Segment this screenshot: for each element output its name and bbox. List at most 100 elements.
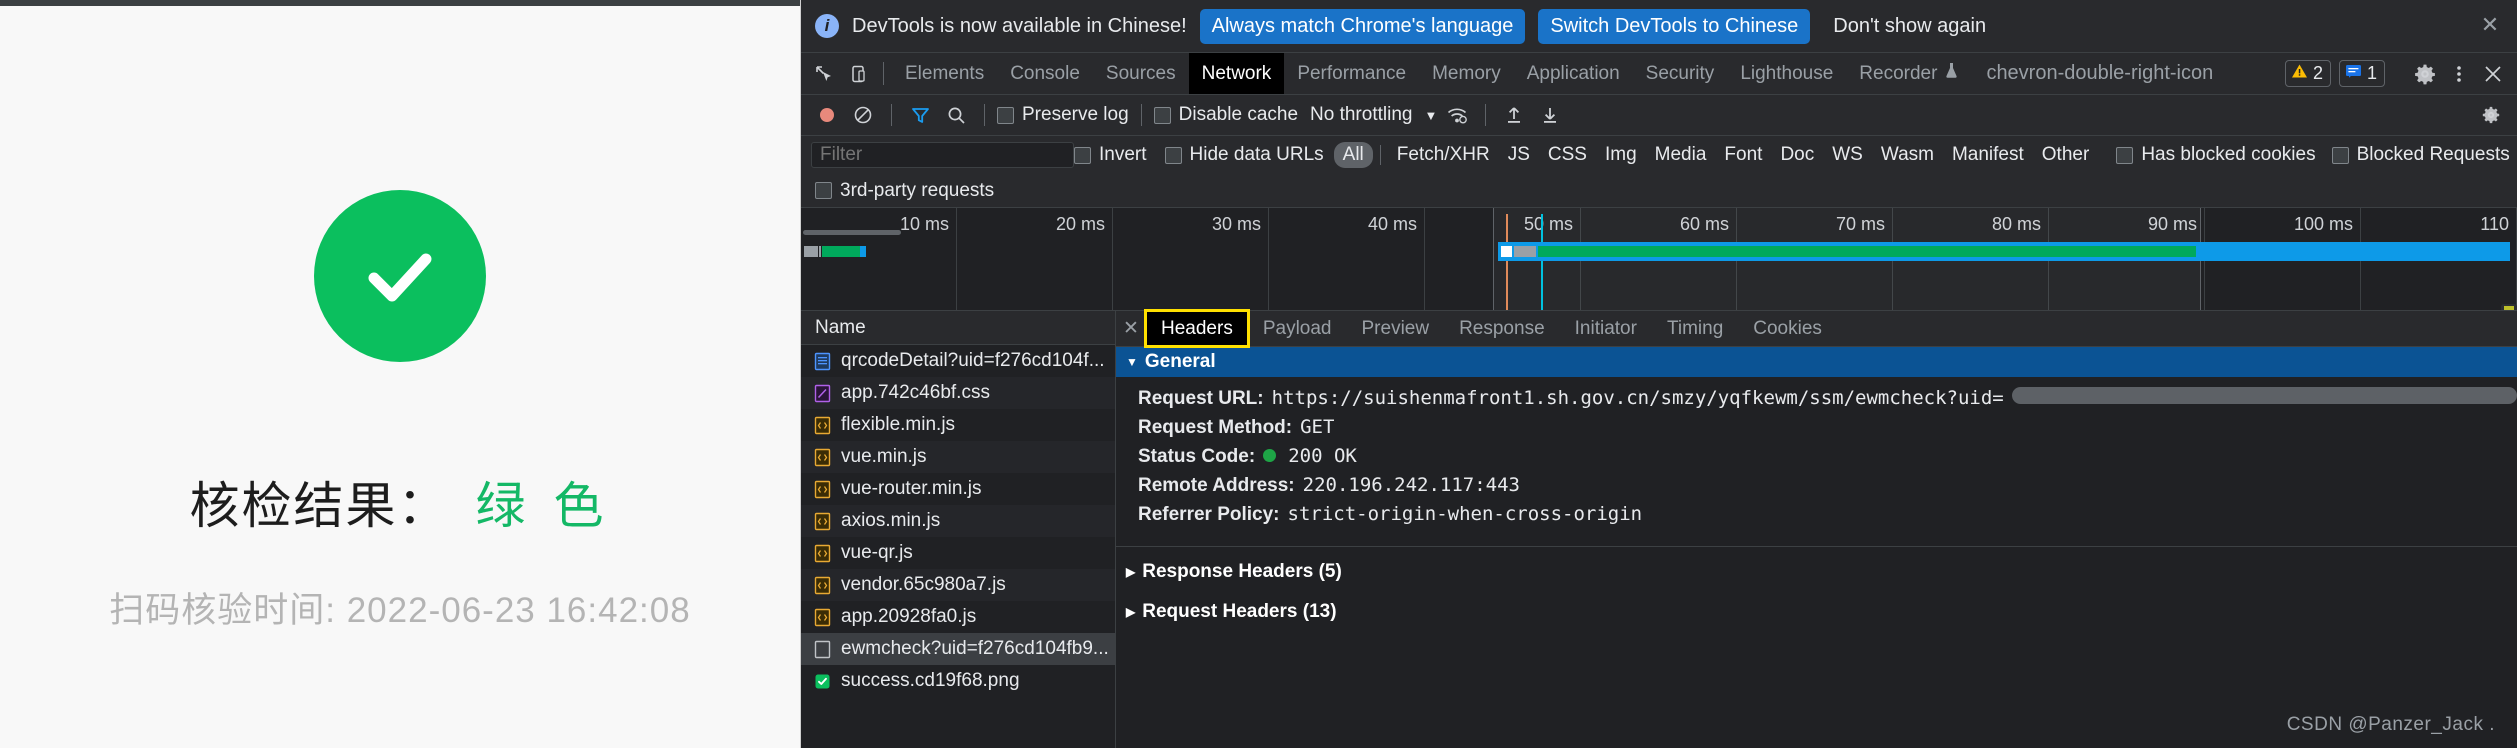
banner-close-icon[interactable]: ✕	[2479, 14, 2501, 37]
detail-tab-timing[interactable]: Timing	[1652, 311, 1738, 346]
overview-scrollbar[interactable]	[803, 230, 901, 235]
screenshot-root: 核检结果： 绿 色 扫码核验时间: 2022-06-23 16:42:08 i D…	[0, 0, 2517, 748]
tick-label: 110	[2480, 214, 2509, 234]
tab-network[interactable]: Network	[1188, 53, 1285, 94]
tab-elements[interactable]: Elements	[892, 53, 997, 94]
request-list-header[interactable]: Name	[801, 311, 1115, 345]
upload-arrow-icon[interactable]	[1498, 99, 1530, 131]
devtools-tabbar: Elements Console Sources Network Perform…	[801, 53, 2517, 95]
filter-input[interactable]	[811, 142, 1074, 168]
checkbox-box	[1164, 146, 1182, 164]
type-filter-img[interactable]: Img	[1596, 142, 1646, 168]
type-filter-css[interactable]: CSS	[1539, 142, 1596, 168]
devtools-panel: i DevTools is now available in Chinese! …	[801, 0, 2517, 748]
device-toolbar-icon[interactable]	[841, 53, 875, 94]
inspect-element-icon[interactable]	[807, 53, 841, 94]
detail-tab-headers[interactable]: Headers	[1144, 309, 1250, 348]
tab-recorder[interactable]: Recorder	[1846, 53, 1972, 94]
tab-label: Sources	[1105, 62, 1176, 84]
blocked-requests-checkbox[interactable]: Blocked Requests	[2331, 144, 2510, 166]
always-match-language-button[interactable]: Always match Chrome's language	[1199, 8, 1526, 44]
table-row[interactable]: vue-qr.js	[801, 537, 1115, 569]
chevron-down-icon: ▼	[1424, 107, 1438, 123]
referrer-policy-value: strict-origin-when-cross-origin	[1287, 503, 1643, 525]
table-row[interactable]: vendor.65c980a7.js	[801, 569, 1115, 601]
preserve-log-label: Preserve log	[1022, 104, 1129, 125]
bar-segment	[819, 246, 822, 257]
tab-memory[interactable]: Memory	[1419, 53, 1514, 94]
type-filter-font[interactable]: Font	[1715, 142, 1771, 168]
checkbox-box	[1074, 146, 1091, 164]
network-filter-row: Invert Hide data URLs All Fetch/XHR JS C…	[801, 136, 2517, 174]
warning-count-badge[interactable]: 2	[2284, 60, 2331, 87]
filter-funnel-icon[interactable]	[904, 99, 936, 131]
detail-tab-preview[interactable]: Preview	[1347, 311, 1445, 346]
wifi-settings-icon[interactable]	[1441, 99, 1473, 131]
tab-label: Memory	[1432, 62, 1501, 84]
gear-icon[interactable]	[2409, 58, 2441, 90]
throttling-dropdown[interactable]: No throttling ▼	[1310, 104, 1437, 126]
detail-tab-payload[interactable]: Payload	[1248, 311, 1347, 346]
response-headers-section[interactable]: ▶ Response Headers (5)	[1116, 557, 2517, 587]
request-headers-section[interactable]: ▶ Request Headers (13)	[1116, 597, 2517, 627]
type-filter-ws[interactable]: WS	[1823, 142, 1872, 168]
type-filter-other[interactable]: Other	[2033, 142, 2099, 168]
type-filter-manifest[interactable]: Manifest	[1943, 142, 2033, 168]
close-detail-icon[interactable]: ✕	[1116, 311, 1146, 346]
download-arrow-icon[interactable]	[1534, 99, 1566, 131]
type-filter-all[interactable]: All	[1333, 142, 1373, 168]
type-filter-js[interactable]: JS	[1499, 142, 1539, 168]
dont-show-again-link[interactable]: Don't show again	[1823, 9, 1996, 44]
table-row[interactable]: app.742c46bf.css	[801, 377, 1115, 409]
tab-lighthouse[interactable]: Lighthouse	[1727, 53, 1846, 94]
overview-minimap-scrollbar[interactable]	[2501, 304, 2517, 310]
detail-tab-response[interactable]: Response	[1444, 311, 1560, 346]
table-row[interactable]: vue.min.js	[801, 441, 1115, 473]
redacted-uid-bar	[2011, 387, 2517, 404]
overview-request-bar	[1497, 242, 2511, 261]
network-settings-gear-icon[interactable]	[2475, 99, 2507, 131]
tab-sources[interactable]: Sources	[1093, 53, 1189, 94]
document-file-icon	[813, 352, 832, 371]
record-button[interactable]	[811, 99, 843, 131]
type-filter-media[interactable]: Media	[1646, 142, 1716, 168]
more-vertical-icon[interactable]	[2443, 58, 2475, 90]
third-party-requests-checkbox[interactable]: 3rd-party requests	[815, 180, 994, 202]
disable-cache-checkbox[interactable]: Disable cache	[1153, 104, 1298, 126]
tab-console[interactable]: Console	[997, 53, 1093, 94]
search-icon[interactable]	[940, 99, 972, 131]
close-icon[interactable]	[2477, 58, 2509, 90]
table-row[interactable]: app.20928fa0.js	[801, 601, 1115, 633]
table-row[interactable]: success.cd19f68.png	[801, 665, 1115, 697]
detail-tabbar: ✕ Headers Payload Preview Response Initi…	[1116, 309, 2517, 348]
type-filter-fetch-xhr[interactable]: Fetch/XHR	[1388, 142, 1499, 168]
more-tabs-icon[interactable]: chevron-double-right-icon	[1972, 53, 2227, 94]
table-row[interactable]: qrcodeDetail?uid=f276cd104f...	[801, 345, 1115, 377]
type-filter-doc[interactable]: Doc	[1771, 142, 1823, 168]
script-file-icon	[813, 448, 832, 467]
web-page-pane: 核检结果： 绿 色 扫码核验时间: 2022-06-23 16:42:08	[0, 0, 801, 748]
table-row[interactable]: vue-router.min.js	[801, 473, 1115, 505]
hide-data-urls-checkbox[interactable]: Hide data URLs	[1164, 144, 1324, 166]
message-count-badge[interactable]: 1	[2338, 60, 2385, 87]
tab-application[interactable]: Application	[1514, 53, 1633, 94]
tab-label: Performance	[1297, 62, 1407, 84]
general-section-header[interactable]: ▼ General	[1116, 347, 2517, 377]
table-row[interactable]: axios.min.js	[801, 505, 1115, 537]
request-detail-pane: ✕ Headers Payload Preview Response Initi…	[1116, 309, 2517, 748]
switch-devtools-to-chinese-button[interactable]: Switch DevTools to Chinese	[1538, 8, 1811, 44]
type-filter-wasm[interactable]: Wasm	[1872, 142, 1943, 168]
invert-checkbox[interactable]: Invert	[1074, 144, 1147, 166]
tick-label: 10 ms	[899, 214, 949, 234]
detail-tab-initiator[interactable]: Initiator	[1560, 311, 1652, 346]
tab-performance[interactable]: Performance	[1284, 53, 1419, 94]
table-row[interactable]: ewmcheck?uid=f276cd104fb9...	[801, 633, 1115, 665]
network-overview-timeline[interactable]: 10 ms 20 ms 30 ms 40 ms 50 ms 60 ms 70 m…	[801, 208, 2517, 311]
blocked-requests-label: Blocked Requests	[2356, 144, 2510, 165]
tab-security[interactable]: Security	[1633, 53, 1728, 94]
detail-tab-cookies[interactable]: Cookies	[1738, 311, 1837, 346]
preserve-log-checkbox[interactable]: Preserve log	[997, 104, 1129, 126]
table-row[interactable]: flexible.min.js	[801, 409, 1115, 441]
clear-icon[interactable]	[847, 99, 879, 131]
has-blocked-cookies-checkbox[interactable]: Has blocked cookies	[2116, 144, 2316, 166]
